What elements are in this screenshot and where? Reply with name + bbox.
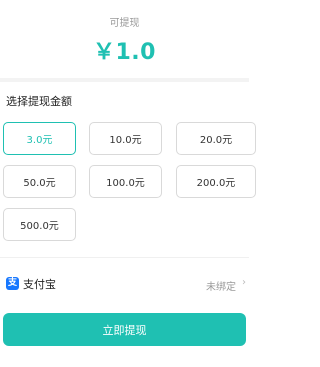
alipay-icon: 支 xyxy=(6,277,19,290)
chevron-right-icon: › xyxy=(242,277,246,288)
balance-label: 可提现 xyxy=(109,18,140,29)
amount-option-100[interactable]: 100.0元 xyxy=(89,165,162,198)
section-divider xyxy=(0,78,249,82)
payment-method-label: 支付宝 xyxy=(23,278,56,291)
amount-option-200[interactable]: 200.0元 xyxy=(176,165,256,198)
amount-option-50[interactable]: 50.0元 xyxy=(3,165,76,198)
withdraw-button[interactable]: 立即提现 xyxy=(3,313,246,346)
balance-amount: ￥1.0 xyxy=(93,40,156,65)
divider xyxy=(0,257,249,258)
balance-card: 可提现 ￥1.0 xyxy=(0,0,249,78)
payment-method-row[interactable]: 支 支付宝 未绑定 › xyxy=(0,270,249,300)
amount-option-20[interactable]: 20.0元 xyxy=(176,122,256,155)
bind-status: 未绑定 xyxy=(206,282,236,293)
amount-option-500[interactable]: 500.0元 xyxy=(3,208,76,241)
amount-option-10[interactable]: 10.0元 xyxy=(89,122,162,155)
amount-option-3[interactable]: 3.0元 xyxy=(3,122,76,155)
section-title: 选择提现金额 xyxy=(6,95,72,108)
